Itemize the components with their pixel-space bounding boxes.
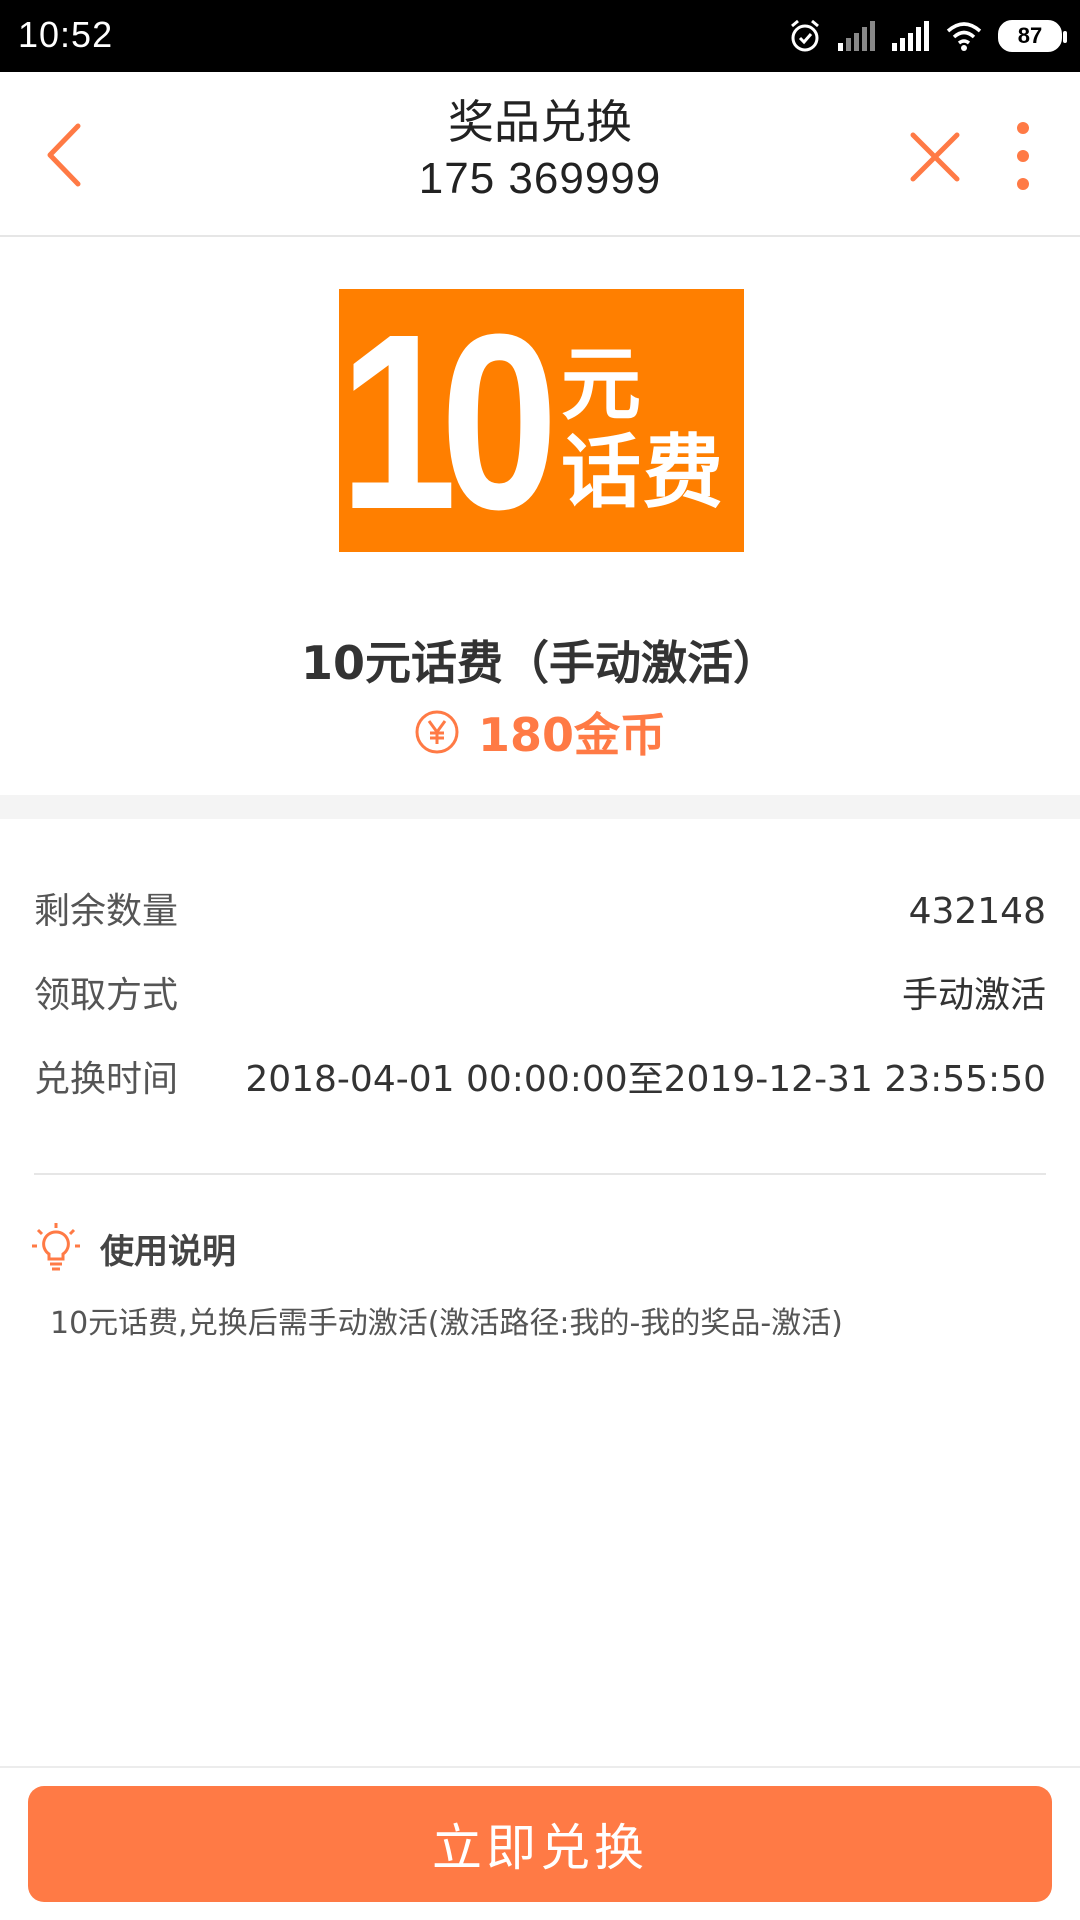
- status-bar: 10:52 87: [0, 0, 1080, 72]
- page-title: 奖品兑换: [448, 95, 632, 149]
- prize-image: 10 元 话费: [339, 289, 744, 552]
- header: 奖品兑换 175 369999: [0, 72, 1080, 237]
- prize-block: 10 元 话费 10元话费（手动激活） 180金币: [0, 237, 1080, 795]
- details-list: 剩余数量 432148 领取方式 手动激活 兑换时间 2018-04-01 00…: [34, 870, 1046, 1122]
- back-arrow-icon: [47, 123, 81, 187]
- prize-image-unit: 元: [561, 338, 641, 431]
- more-button[interactable]: [1005, 120, 1041, 192]
- detail-label: 兑换时间: [34, 1059, 179, 1100]
- status-icons: 87: [788, 14, 1067, 58]
- back-button[interactable]: [40, 120, 100, 190]
- yen-coin-icon: [415, 710, 459, 754]
- wifi-icon: [946, 21, 982, 51]
- usage-title: 使用说明: [100, 1231, 236, 1272]
- close-button[interactable]: [905, 127, 965, 187]
- detail-value: 2018-04-01 00:00:00至2019-12-31 23:55:50: [245, 1059, 1046, 1100]
- prize-image-label: 话费: [561, 426, 725, 519]
- close-icon: [910, 132, 960, 182]
- detail-value: 手动激活: [901, 975, 1046, 1016]
- lightbulb-icon: [32, 1223, 80, 1271]
- redeem-button[interactable]: 立即兑换: [28, 1786, 1052, 1902]
- usage-header: 使用说明: [30, 1222, 236, 1274]
- detail-label: 剩余数量: [34, 891, 179, 932]
- signal-1-icon: [838, 21, 876, 51]
- footer: 立即兑换: [0, 1766, 1080, 1920]
- divider: [34, 1173, 1046, 1175]
- prize-image-number: 10: [339, 289, 558, 552]
- usage-text: 10元话费,兑换后需手动激活(激活路径:我的-我的奖品-激活): [50, 1306, 843, 1341]
- prize-name: 10元话费（手动激活）: [300, 636, 779, 690]
- detail-label: 领取方式: [34, 975, 179, 1016]
- account-number: 175 369999: [418, 154, 662, 203]
- detail-row-time: 兑换时间 2018-04-01 00:00:00至2019-12-31 23:5…: [34, 1038, 1046, 1122]
- section-separator: [0, 795, 1080, 819]
- detail-value: 432148: [908, 891, 1046, 932]
- price-row: 180金币: [0, 699, 1080, 765]
- detail-row-remaining: 剩余数量 432148: [34, 870, 1046, 954]
- detail-row-method: 领取方式 手动激活: [34, 954, 1046, 1038]
- signal-2-icon: [892, 21, 930, 51]
- alarm-icon: [788, 18, 822, 54]
- status-time: 10:52: [18, 14, 114, 55]
- battery-icon: 87: [998, 20, 1067, 52]
- prize-price: 180金币: [477, 708, 667, 762]
- header-title-wrap: 奖品兑换 175 369999: [240, 94, 840, 208]
- more-vertical-icon: [1017, 122, 1029, 190]
